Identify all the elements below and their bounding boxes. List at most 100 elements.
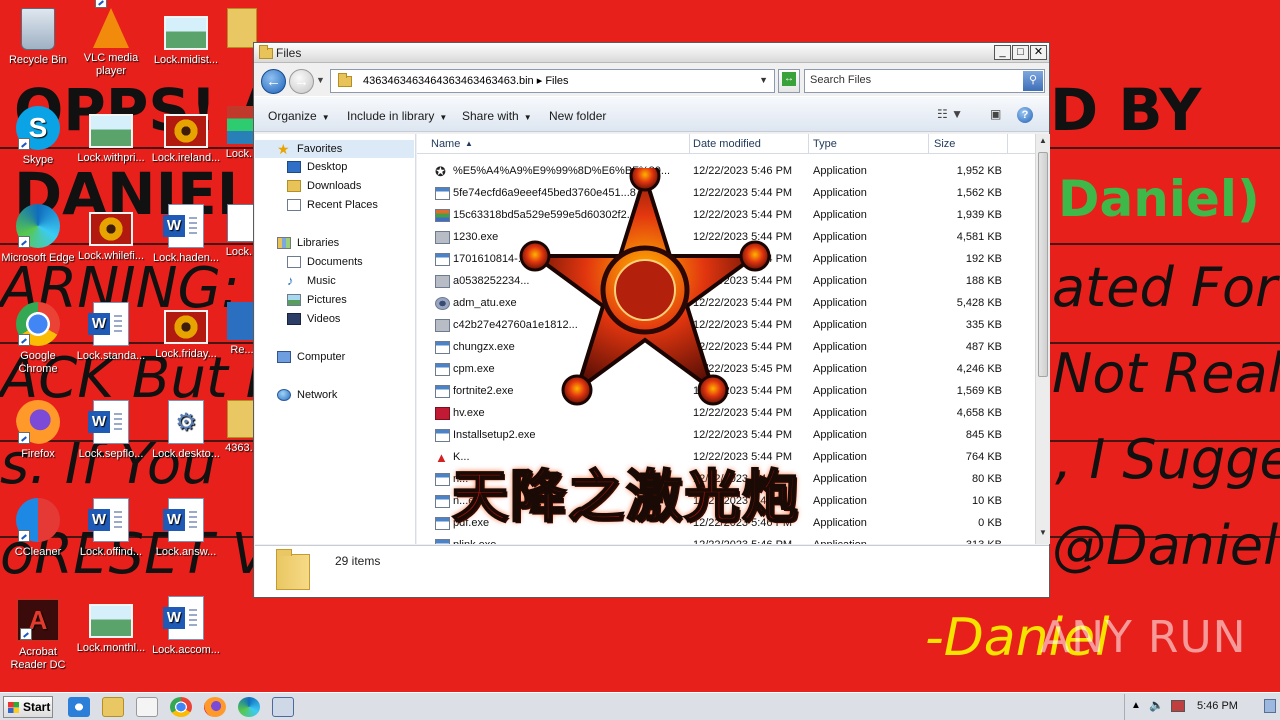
nav-item-pictures[interactable]: Pictures: [287, 294, 347, 306]
close-button[interactable]: ✕: [1030, 45, 1047, 60]
nav-item-network[interactable]: Network: [277, 389, 337, 401]
share-with-button[interactable]: Share with ▼: [462, 109, 532, 123]
column-header-size[interactable]: Size: [934, 138, 955, 150]
desktop-icon-edge[interactable]: Microsoft Edge: [0, 204, 76, 265]
change-view-icon[interactable]: ☷ ▼: [937, 107, 963, 121]
breadcrumb-item-files[interactable]: Files: [545, 75, 568, 87]
organize-button[interactable]: Organize ▼: [268, 109, 330, 123]
desktop-icon-lock-answ[interactable]: Lock.answ...: [148, 498, 224, 559]
desktop-icon-lock-haden[interactable]: Lock.haden...: [148, 204, 224, 265]
show-hidden-icons-icon[interactable]: ▲: [1131, 700, 1141, 711]
desktop-icon-firefox[interactable]: Firefox: [0, 400, 76, 461]
clock[interactable]: 5:46 PM: [1197, 700, 1238, 712]
breadcrumb[interactable]: 4363463463464363463463463.bin ▸ Files ▼: [330, 69, 775, 93]
nav-item-recent-places[interactable]: Recent Places: [287, 199, 378, 211]
show-desktop-button[interactable]: [1264, 699, 1276, 713]
file-type: Application: [813, 187, 867, 199]
minimize-button[interactable]: _: [994, 45, 1011, 60]
ie-icon[interactable]: [68, 697, 90, 717]
forward-button[interactable]: →: [289, 69, 314, 94]
volume-icon[interactable]: 🔈: [1149, 698, 1164, 712]
maximize-button[interactable]: □: [1012, 45, 1029, 60]
edge-icon[interactable]: [238, 697, 260, 717]
column-header-name[interactable]: Name: [431, 138, 460, 150]
vertical-scrollbar[interactable]: ▲ ▼: [1035, 134, 1050, 544]
navigation-pane: ★ Favorites Desktop Downloads Recent Plac…: [255, 134, 416, 544]
nav-item-favorites[interactable]: ★ Favorites: [255, 140, 414, 158]
gear-app-icon: [435, 297, 450, 310]
preview-pane-icon[interactable]: ▣: [990, 107, 1001, 121]
desktop-icon-lock-monthl[interactable]: Lock.monthl...: [73, 604, 149, 655]
nav-item-downloads[interactable]: Downloads: [287, 180, 361, 192]
recent-pages-dropdown[interactable]: ▼: [316, 75, 325, 85]
emblem-overlay-image: [519, 168, 771, 406]
star-center-disc: [614, 259, 676, 321]
file-size: 1,569 KB: [956, 385, 1002, 397]
exe-icon: [435, 429, 450, 442]
nav-item-desktop[interactable]: Desktop: [287, 161, 347, 173]
back-button[interactable]: ←: [261, 69, 286, 94]
desktop-icon-lock-whilefi[interactable]: Lock.whilefi...: [73, 212, 149, 263]
desktop-icon-lock-offind[interactable]: Lock.offind...: [73, 498, 149, 559]
refresh-button[interactable]: [778, 69, 800, 93]
network-status-icon[interactable]: [1171, 700, 1185, 712]
wallpaper-line-1-right: D BY: [1050, 76, 1202, 144]
chrome-icon: [16, 302, 60, 346]
file-type: Application: [813, 363, 867, 375]
search-icon[interactable]: ⚲: [1023, 71, 1043, 91]
command-bar: Organize ▼ Include in library ▼ Share with…: [254, 96, 1049, 132]
help-icon[interactable]: ?: [1017, 107, 1033, 123]
file-size: 5,428 KB: [956, 297, 1002, 309]
nav-item-videos[interactable]: Videos: [287, 313, 340, 325]
start-button[interactable]: Start: [3, 696, 53, 718]
column-header-type[interactable]: Type: [813, 138, 837, 150]
wallpaper-line-6-right: @Daniel: [1052, 514, 1279, 577]
star-tip-ball: [739, 240, 771, 272]
window-title: Files: [276, 46, 302, 60]
anyrun-watermark: ANY RUN: [1040, 612, 1247, 663]
explorer-icon[interactable]: [102, 697, 124, 717]
file-type: Application: [813, 473, 867, 485]
desktop-icon-lock-deskto[interactable]: ⚙ Lock.deskto...: [148, 400, 224, 461]
scroll-down-icon[interactable]: ▼: [1037, 528, 1049, 542]
file-row[interactable]: plink.exe 12/22/2023 5:46 PM Application 31…: [417, 534, 1035, 544]
desktop-icon-acrobat[interactable]: A Acrobat Reader DC: [0, 598, 76, 672]
include-in-library-button[interactable]: Include in library ▼: [347, 109, 447, 123]
desktop-icon-lock-accom[interactable]: Lock.accom...: [148, 596, 224, 657]
new-folder-button[interactable]: New folder: [549, 109, 606, 123]
desktop-icon-lock-friday[interactable]: Lock.friday...: [148, 310, 224, 361]
firefox-icon[interactable]: [204, 697, 226, 717]
search-input[interactable]: Search Files ⚲: [804, 69, 1045, 93]
breadcrumb-item-bin[interactable]: 4363463463464363463463463.bin: [363, 75, 534, 87]
desktop-icon-recycle-bin[interactable]: Recycle Bin: [0, 8, 76, 67]
file-type: Application: [813, 539, 867, 544]
image-file-icon: [164, 16, 208, 50]
scroll-up-icon[interactable]: ▲: [1037, 136, 1049, 150]
window-titlebar[interactable]: Files _ □ ✕: [254, 43, 1049, 63]
file-row[interactable]: Installsetup2.exe 12/22/2023 5:44 PM Appli…: [417, 424, 1035, 446]
network-app-icon[interactable]: [272, 697, 294, 717]
column-header-date[interactable]: Date modified: [693, 138, 761, 150]
nav-item-music[interactable]: ♪ Music: [287, 274, 336, 287]
desktop-icon-skype[interactable]: S Skype: [0, 106, 76, 167]
pictures-icon: [287, 294, 301, 306]
address-dropdown-icon[interactable]: ▼: [759, 75, 768, 85]
desktop-icon-lock-standa[interactable]: Lock.standa...: [73, 302, 149, 363]
desktop-icon-chrome[interactable]: Google Chrome: [0, 302, 76, 376]
desktop-icon-lock-midist[interactable]: Lock.midist...: [148, 16, 224, 67]
chrome-icon[interactable]: [170, 697, 192, 717]
nav-item-documents[interactable]: Documents: [287, 256, 363, 268]
desktop-icon-lock-withpri[interactable]: Lock.withpri...: [73, 114, 149, 165]
file-type: Application: [813, 275, 867, 287]
scrollbar-thumb[interactable]: [1038, 152, 1048, 377]
desktop-icon-vlc[interactable]: VLC media player: [73, 0, 149, 78]
exe-icon: [435, 517, 450, 530]
desktop-icon-lock-sepflo[interactable]: Lock.sepflo...: [73, 400, 149, 461]
file-type: Application: [813, 341, 867, 353]
media-player-icon[interactable]: [136, 697, 158, 717]
desktop-icon-lock-ireland[interactable]: Lock.ireland...: [148, 114, 224, 165]
gray-app-icon: [435, 231, 450, 244]
nav-item-computer[interactable]: Computer: [277, 351, 345, 363]
desktop-icon-ccleaner[interactable]: CCleaner: [0, 498, 76, 559]
nav-item-libraries[interactable]: Libraries: [277, 237, 339, 249]
